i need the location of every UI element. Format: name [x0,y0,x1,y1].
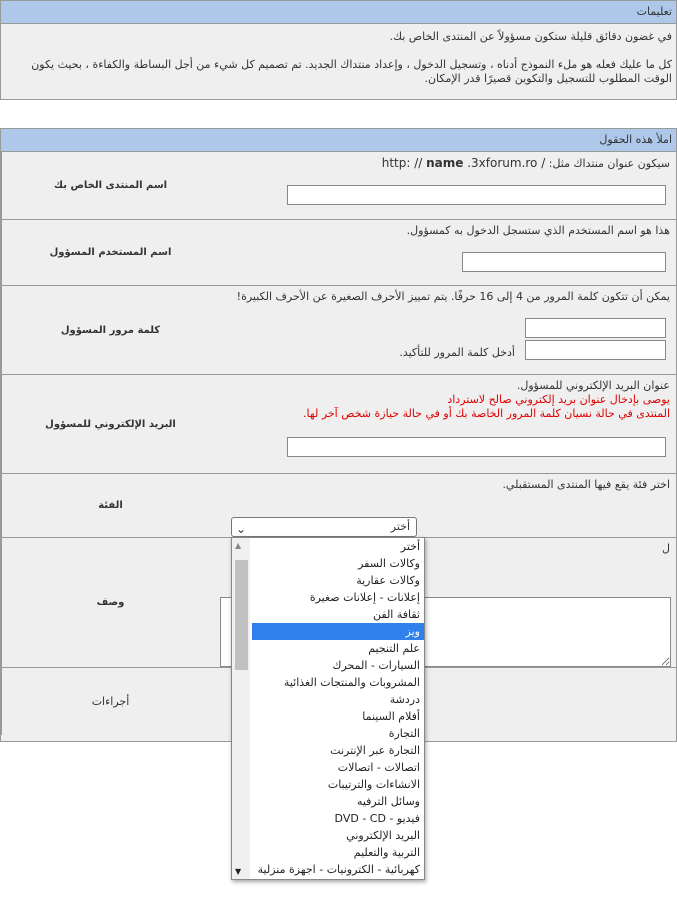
dropdown-option[interactable]: دردشة [252,691,424,708]
actions-label: أجراءات [1,667,219,735]
dropdown-option[interactable]: اتصالات - اتصالات [252,759,424,776]
category-label: الفئة [1,473,219,538]
dropdown-options: أختر وكالات السفر وكالات عقارية إعلانات - إ… [232,538,424,878]
scrollbar-thumb[interactable] [235,560,248,670]
dropdown-option[interactable]: إعلانات - إعلانات صغيرة [252,589,424,606]
category-hint: اختر فئة يقع فيها المنتدى المستقبلي. [502,478,670,491]
admin-password-hint: يمكن أن تتكون كلمة المرور من 4 إلى 16 حر… [236,290,670,303]
admin-email-hint: عنوان البريد الإلكتروني للمسؤول. [516,379,670,392]
instructions-panel: تعليمات في غضون دقائق قليلة ستكون مسؤولا… [0,0,677,100]
dropdown-option[interactable]: التجارة [252,725,424,742]
dropdown-option[interactable]: علم التنجيم [252,640,424,657]
dropdown-option[interactable]: ويز [252,623,424,640]
admin-email-warning-2: المنتدى في حالة نسيان كلمة المرور الخاصة… [303,407,670,420]
admin-email-input[interactable] [287,437,666,457]
admin-email-label: البريد الإلكتروني للمسؤول [1,374,219,474]
forum-url-example: http: // name .3xforum.ro / [381,156,546,170]
dropdown-option[interactable]: أختر [252,538,424,555]
dropdown-option[interactable]: المشروبات والمنتجات الغذائية [252,674,424,691]
dropdown-option[interactable]: أفلام السينما [252,708,424,725]
forum-name-input[interactable] [287,185,666,205]
scroll-down-arrow-icon[interactable]: ▼ [235,867,241,876]
admin-email-warning-1: يوصى بإدخال عنوان بريد إلكتروني صالح لاس… [447,393,670,406]
dropdown-option[interactable]: السيارات - المحرك [252,657,424,674]
chevron-down-icon: ⌄ [236,522,247,536]
admin-password-input[interactable] [525,318,666,338]
form-header: املأ هذه الحقول [1,129,676,151]
dropdown-option[interactable]: وكالات عقارية [252,572,424,589]
admin-password-confirm-input[interactable] [525,340,666,360]
dropdown-option[interactable]: كهربائية - الكترونيات - اجهزة منزلية [252,861,424,878]
instructions-line-1: في غضون دقائق قليلة ستكون مسؤولاً عن الم… [389,30,672,43]
admin-user-label: اسم المستخدم المسؤول [1,219,219,286]
dropdown-option[interactable]: البريد الإلكتروني [252,827,424,844]
instructions-line-2: كل ما عليك فعله هو ملء النموذج أدناه ، و… [31,58,672,85]
dropdown-scrollbar[interactable]: ▲ ▼ [232,538,250,879]
dropdown-option[interactable]: التجارة عبر الإنترنت [252,742,424,759]
dropdown-option[interactable]: التربية والتعليم [252,844,424,861]
category-dropdown-list[interactable]: ▲ ▼ أختر وكالات السفر وكالات عقارية إعلانات… [231,537,425,880]
description-label: وصف [1,537,219,668]
instructions-header: تعليمات [1,1,676,24]
forum-name-label: اسم المنتدى الخاص بك [1,151,219,220]
forum-name-cell: سيكون عنوان منتداك مثل: http: // name .3… [219,151,676,220]
category-select[interactable]: أختر ⌄ [231,517,417,537]
dropdown-option[interactable]: وسائل الترفيه [252,793,424,810]
forum-name-hint: سيكون عنوان منتداك مثل: http: // name .3… [381,156,670,170]
admin-password-label: كلمة مرور المسؤول [1,285,219,375]
admin-username-input[interactable] [462,252,666,272]
admin-user-hint: هذا هو اسم المستخدم الذي ستسجل الدخول به… [406,224,670,237]
dropdown-option[interactable]: وكالات السفر [252,555,424,572]
category-selected-value: أختر [390,520,410,533]
scroll-up-arrow-icon[interactable]: ▲ [235,541,241,550]
dropdown-option[interactable]: فيديو - DVD - CD [252,810,424,827]
password-confirm-hint: أدخل كلمة المرور للتأكيد. [399,346,515,359]
dropdown-option[interactable]: الانشاءات والترتيبات [252,776,424,793]
dropdown-option[interactable]: ثقافة الفن [252,606,424,623]
